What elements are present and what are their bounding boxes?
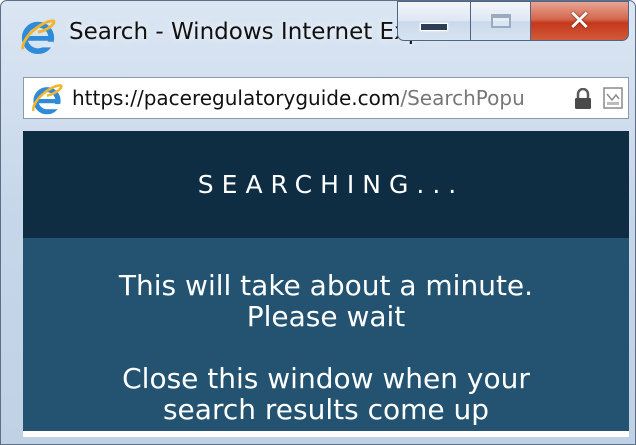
wait-message-line: This will take about a minute. bbox=[118, 269, 534, 302]
address-bar[interactable]: https://paceregulatoryguide.com/SearchPo… bbox=[23, 77, 629, 119]
status-strip bbox=[23, 431, 629, 437]
url-host: https://paceregulatoryguide.com bbox=[72, 86, 401, 110]
page-header: SEARCHING... bbox=[23, 131, 629, 238]
url-text[interactable]: https://paceregulatoryguide.com/SearchPo… bbox=[72, 86, 568, 110]
message-body: This will take about a minute. Please wa… bbox=[23, 238, 629, 425]
close-icon: ✕ bbox=[567, 4, 592, 37]
lock-icon[interactable] bbox=[574, 88, 592, 110]
title-bar[interactable]: Search - Windows Internet Expl... ✕ bbox=[1, 1, 635, 61]
compatibility-view-icon[interactable] bbox=[602, 86, 624, 110]
maximize-button[interactable] bbox=[471, 1, 531, 41]
ie-logo-icon bbox=[21, 19, 56, 55]
wait-message-line: Please wait bbox=[246, 300, 406, 333]
searching-heading: SEARCHING... bbox=[197, 170, 465, 199]
browser-popup-window: Search - Windows Internet Expl... ✕ http… bbox=[0, 0, 636, 445]
page-content: SEARCHING... This will take about a minu… bbox=[23, 131, 629, 431]
window-controls: ✕ bbox=[397, 1, 629, 45]
url-path: /SearchPopu bbox=[400, 86, 525, 110]
minimize-button[interactable] bbox=[397, 1, 471, 41]
close-instruction-line: search results come up bbox=[162, 393, 490, 426]
close-instruction-line: Close this window when your bbox=[122, 362, 530, 395]
close-button[interactable]: ✕ bbox=[531, 1, 629, 41]
maximize-icon bbox=[490, 14, 511, 28]
minimize-icon bbox=[420, 23, 448, 31]
ie-logo-icon bbox=[32, 84, 63, 115]
window-title: Search - Windows Internet Expl... bbox=[69, 19, 451, 45]
